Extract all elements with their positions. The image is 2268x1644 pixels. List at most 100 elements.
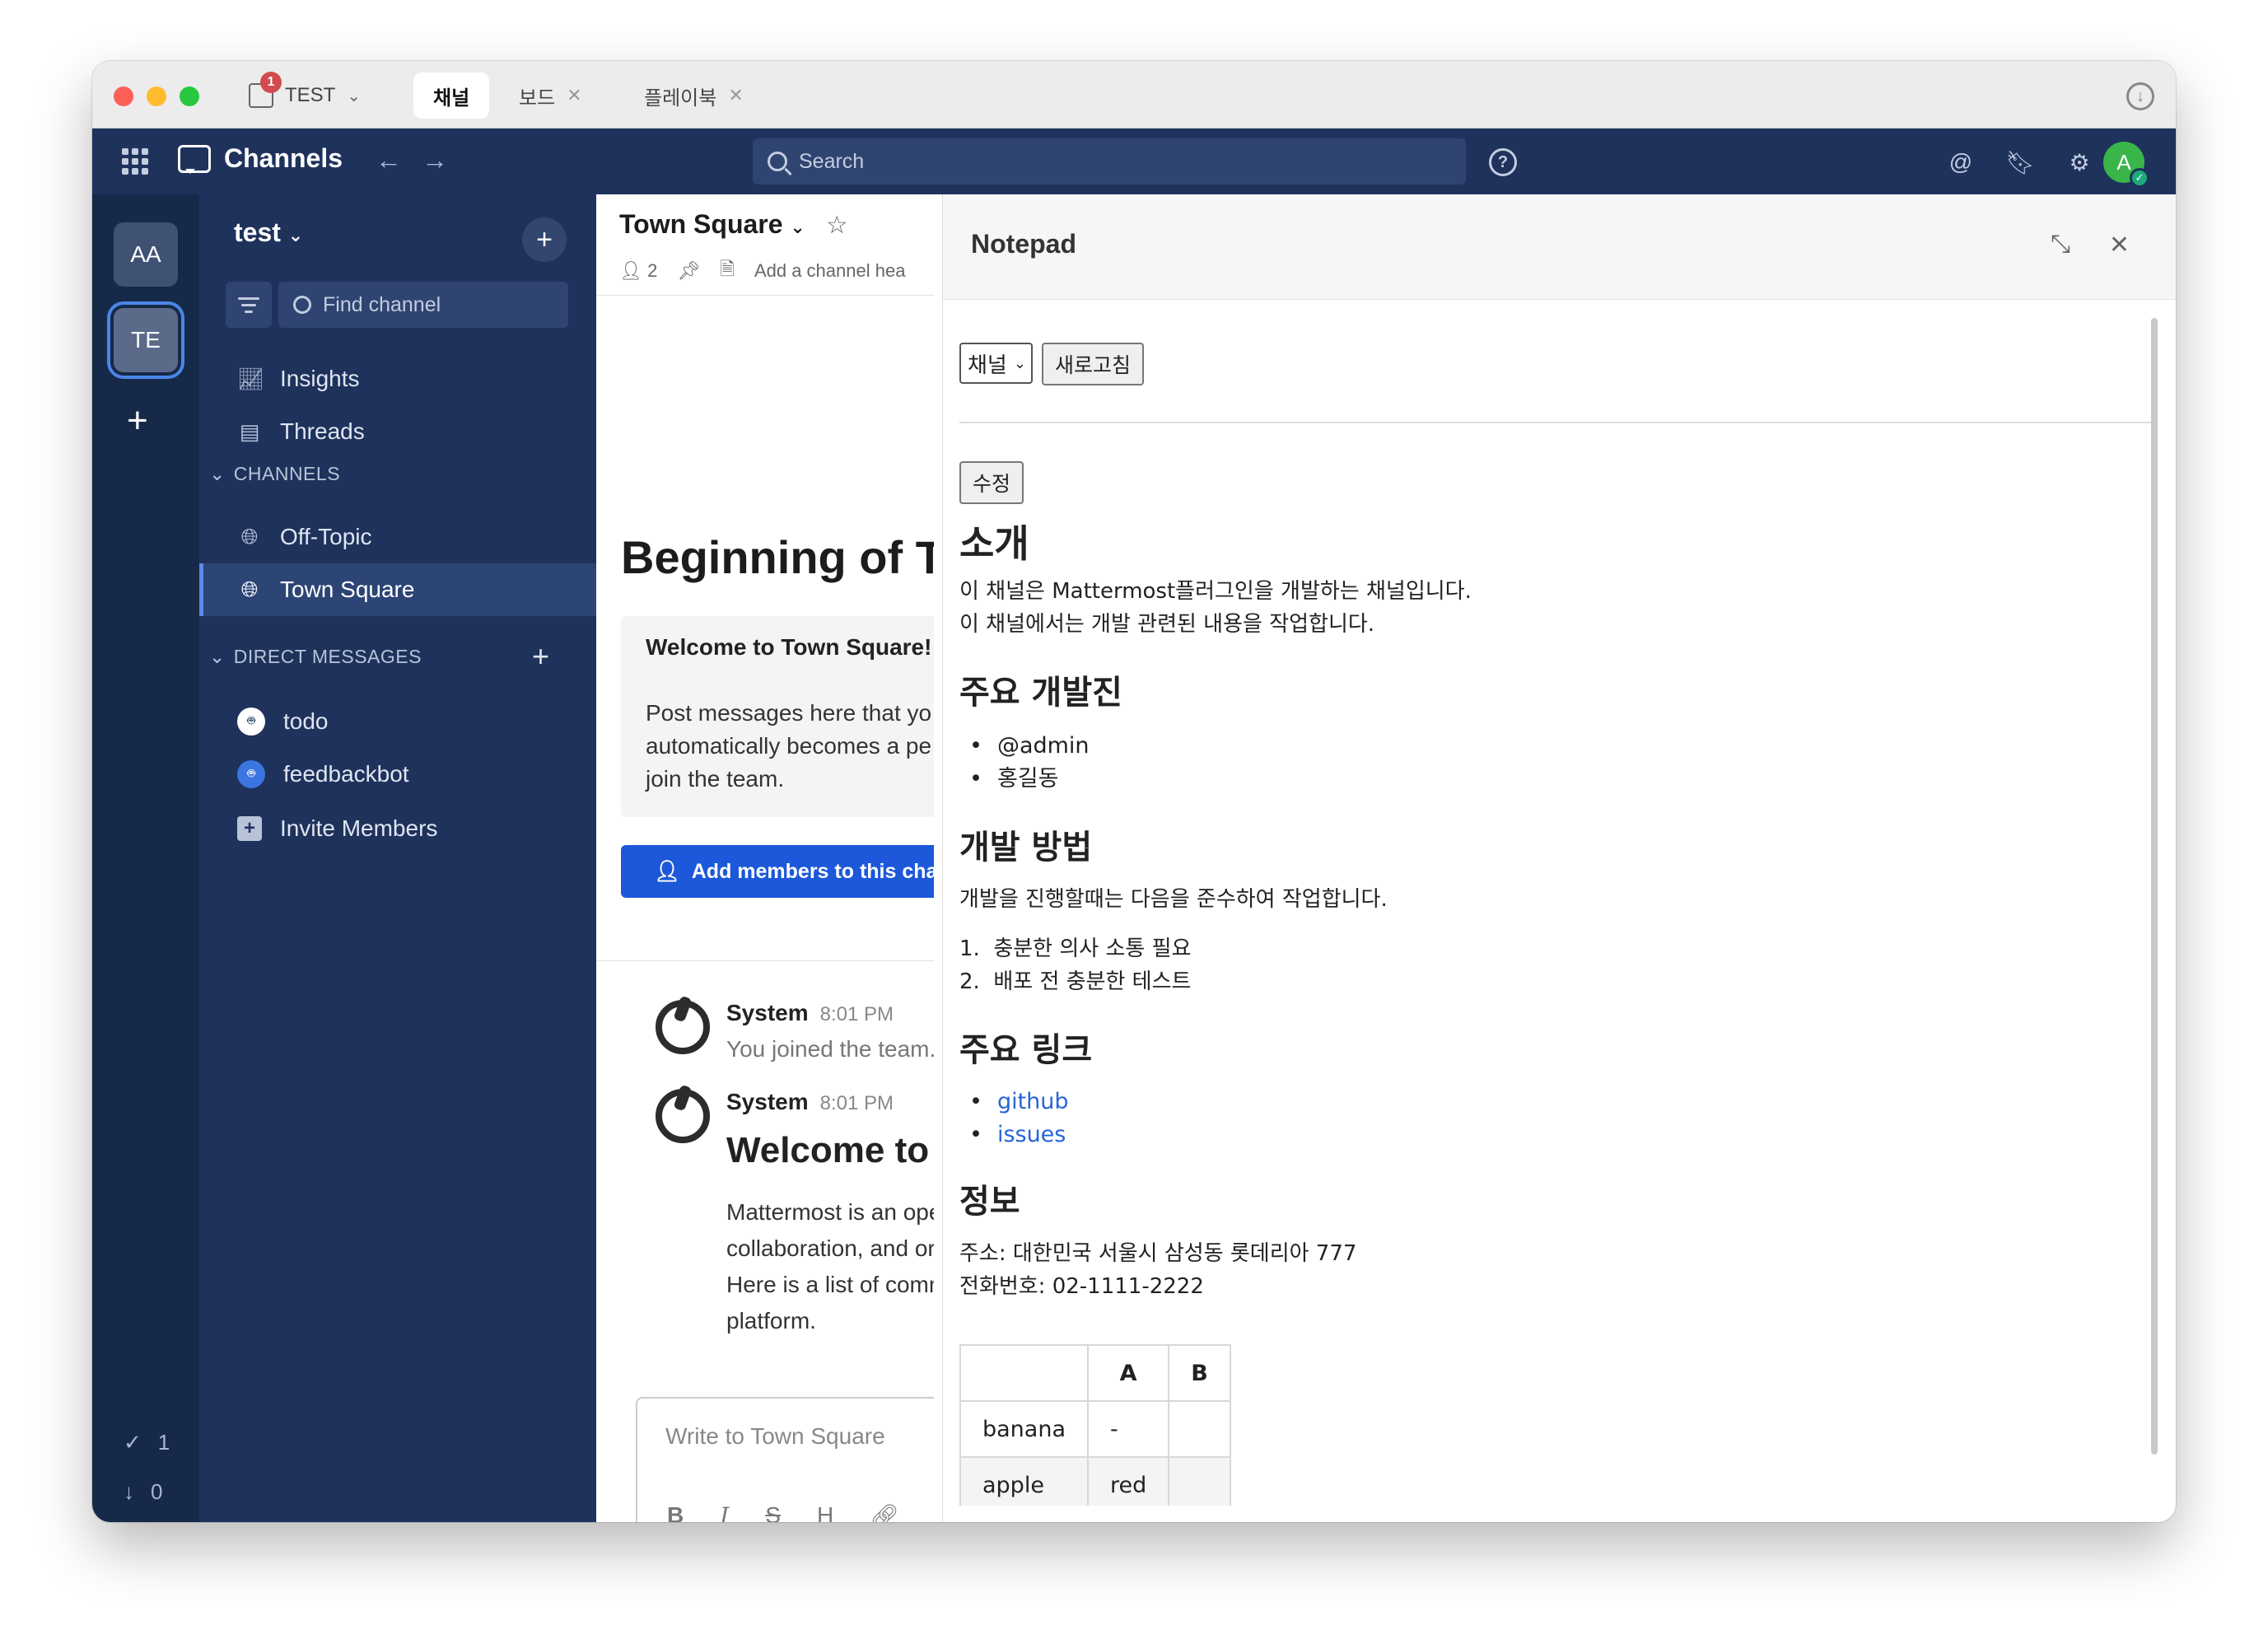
table-row: apple red [959,1456,1231,1506]
message-composer[interactable]: Write to Town Square B I S H 🔗︎ [636,1397,934,1522]
post-author[interactable]: System [726,1089,809,1114]
post-time[interactable]: 8:01 PM [820,1003,894,1025]
channel-name-menu[interactable]: Town Square ⌄ ☆ [619,209,848,240]
sidebar-item-dm-todo[interactable]: 🤖︎ todo [199,695,596,748]
product-switcher[interactable]: Channels [178,143,343,174]
forward-arrow-icon[interactable]: → [422,145,448,175]
post-author[interactable]: System [726,1000,809,1025]
search-input[interactable]: Search [753,138,1466,184]
italic-icon[interactable]: I [720,1502,729,1522]
post-message: You joined the team. [726,1036,934,1062]
member-count[interactable]: 👤︎ 2 [619,260,657,282]
phone-text: 전화번호: 02-1111-2222 [959,1274,1204,1299]
server-dropdown[interactable]: 1 TEST ⌄ [249,72,361,115]
bold-icon[interactable]: B [667,1502,684,1522]
download-icon[interactable]: ↓ [2126,82,2154,110]
team-button-te[interactable]: TE [114,308,178,372]
product-menu-icon[interactable] [122,148,148,175]
markdown-table: A B banana - apple red [959,1344,1231,1506]
close-tab-icon[interactable]: ✕ [567,85,581,106]
find-channel-placeholder: Find channel [323,292,441,316]
add-members-button[interactable]: 👤︎ Add members to this chann [621,845,934,898]
post-time[interactable]: 8:01 PM [820,1092,894,1114]
counter-down[interactable]: ↓ 0 [124,1479,162,1505]
find-channel-input[interactable]: Find channel [278,282,568,328]
sidebar-item-off-topic[interactable]: 🌐︎ Off-Topic [199,511,596,563]
team-name: test [234,217,281,247]
table-cell [1168,1400,1231,1458]
help-icon[interactable]: ? [1489,148,1517,176]
strikethrough-icon[interactable]: S [765,1502,781,1522]
team-name-menu[interactable]: test ⌄ [234,217,303,248]
close-tab-icon[interactable]: ✕ [728,85,743,106]
edit-button[interactable]: 수정 [959,461,1024,504]
channel-select[interactable]: 채널 ⌄ [959,343,1033,384]
direct-messages-section-header[interactable]: ⌄ DIRECT MESSAGES [209,646,422,668]
pin-icon[interactable]: 📌︎ [677,260,700,282]
search-icon [768,152,787,171]
product-name: Channels [224,143,343,173]
add-team-icon[interactable]: + [127,400,148,441]
sidebar-item-dm-feedbackbot[interactable]: 🤖︎ feedbackbot [199,748,596,801]
server-icon: 1 [249,72,282,108]
add-dm-icon[interactable]: + [532,639,549,674]
table-cell: red [1086,1456,1170,1506]
tab-playbooks[interactable]: 플레이북 ✕ [624,72,763,119]
chevron-down-icon: ⌄ [287,225,304,245]
filter-button[interactable] [226,282,272,328]
tab-label: 채널 [433,86,470,110]
notepad-header: Notepad ⤡ ✕ [943,194,2176,300]
saved-messages-icon[interactable]: 🔖︎ [2005,148,2035,176]
search-icon [293,296,311,314]
channel-header-meta: 👤︎ 2 📌︎ 🗎 Add a channel hea [619,255,905,287]
issues-link[interactable]: issues [997,1122,1066,1147]
list-item: github [969,1086,1069,1119]
minimize-window-button[interactable] [147,86,166,106]
channels-section-header[interactable]: ⌄ CHANNELS [209,463,340,485]
sidebar-item-invite-members[interactable]: + Invite Members [199,802,596,855]
avatar-initial: A [2116,149,2131,175]
welcome-title: Welcome to Town Square! [646,634,932,660]
add-channel-button[interactable]: + [522,217,567,262]
favorite-star-icon[interactable]: ☆ [826,212,848,239]
team-button-aa[interactable]: AA [114,222,178,287]
sidebar-item-label: Town Square [280,577,415,602]
close-window-button[interactable] [114,86,133,106]
github-link[interactable]: github [997,1089,1069,1114]
mentions-icon[interactable]: @ [1947,148,1975,176]
tab-boards[interactable]: 보드 ✕ [499,72,602,119]
table-cell: banana [959,1400,1089,1458]
sidebar-item-threads[interactable]: ▤ Threads [199,405,596,458]
formatting-bar: B I S H 🔗︎ [667,1502,899,1522]
settings-gear-icon[interactable]: ⚙ [2065,148,2093,176]
sidebar-item-insights[interactable]: 📈︎ Insights [199,353,596,405]
globe-icon: 🌐︎ [240,577,259,601]
welcome-line: Post messages here that yo [646,700,932,726]
notepad-title: Notepad [971,229,1076,259]
divider [959,422,2151,423]
list-item: issues [969,1119,1066,1151]
team-initials: AA [130,241,161,267]
counter-check[interactable]: ✓ 1 [124,1430,170,1455]
link-icon[interactable]: 🔗︎ [870,1502,899,1522]
files-icon[interactable]: 🗎 [720,255,735,287]
channel-header-placeholder[interactable]: Add a channel hea [754,260,906,282]
back-arrow-icon[interactable]: ← [376,145,402,175]
heading-icon[interactable]: H [817,1502,833,1522]
welcome-text: Post messages here that yo automatically… [646,697,934,796]
maximize-window-button[interactable] [180,86,199,106]
collapse-icon[interactable]: ⤡ [2051,231,2070,259]
globe-icon: 🌐︎ [240,524,259,549]
user-avatar[interactable]: A ✓ [2103,142,2149,188]
intro-line: 이 채널에서는 개발 관련된 내용을 작업합니다. [959,612,1375,637]
sidebar-item-label: Off-Topic [280,524,372,549]
scrollbar[interactable] [2151,318,2158,1455]
sidebar-item-label: Invite Members [280,815,438,841]
tab-channels[interactable]: 채널 [413,72,490,119]
member-count-value: 2 [647,260,658,281]
post-line: Mattermost is an ope [726,1199,934,1225]
refresh-button[interactable]: 새로고침 [1042,343,1145,385]
sidebar-item-town-square[interactable]: 🌐︎ Town Square [199,563,596,616]
heading-intro: 소개 [959,521,1029,566]
close-icon[interactable]: ✕ [2109,231,2130,259]
